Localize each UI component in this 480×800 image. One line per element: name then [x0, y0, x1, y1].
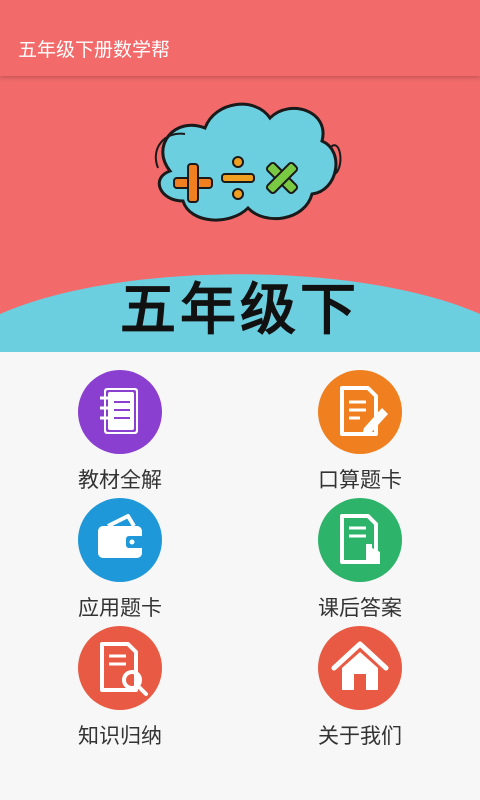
menu-grid: 教材全解 口算题卡 应用题卡 课后答案 知识归纳 关于我们	[0, 352, 480, 800]
menu-item-knowledge[interactable]: 知识归纳	[40, 626, 200, 748]
menu-item-icon	[78, 370, 162, 454]
document-search-icon	[100, 642, 148, 696]
menu-item-label: 课后答案	[318, 596, 402, 620]
wallet-icon	[98, 514, 144, 558]
menu-item-icon	[318, 626, 402, 710]
menu-item-icon	[318, 370, 402, 454]
menu-item-about[interactable]: 关于我们	[280, 626, 440, 748]
menu-item-label: 应用题卡	[78, 596, 162, 620]
home-icon	[331, 641, 389, 690]
menu-item-icon	[318, 498, 402, 582]
app-bar: 五年级下册数学帮	[0, 0, 480, 76]
document-pen-icon	[340, 386, 388, 436]
notebook-icon	[100, 388, 138, 434]
menu-item-label: 口算题卡	[318, 468, 402, 492]
banner-title: 五年级下	[120, 278, 360, 343]
menu-item-word-problems[interactable]: 应用题卡	[40, 498, 200, 620]
document-touch-icon	[340, 514, 380, 564]
menu-item-textbook[interactable]: 教材全解	[40, 370, 200, 492]
menu-item-answers[interactable]: 课后答案	[280, 498, 440, 620]
menu-item-icon	[78, 498, 162, 582]
menu-item-oral-calc[interactable]: 口算题卡	[280, 370, 440, 492]
banner: 五年级下	[0, 76, 480, 352]
menu-item-label: 关于我们	[318, 724, 402, 748]
menu-item-label: 教材全解	[78, 468, 162, 492]
app-title: 五年级下册数学帮	[18, 39, 171, 61]
cloud-shape	[157, 102, 338, 222]
menu-item-label: 知识归纳	[78, 724, 162, 748]
menu-item-icon	[78, 626, 162, 710]
